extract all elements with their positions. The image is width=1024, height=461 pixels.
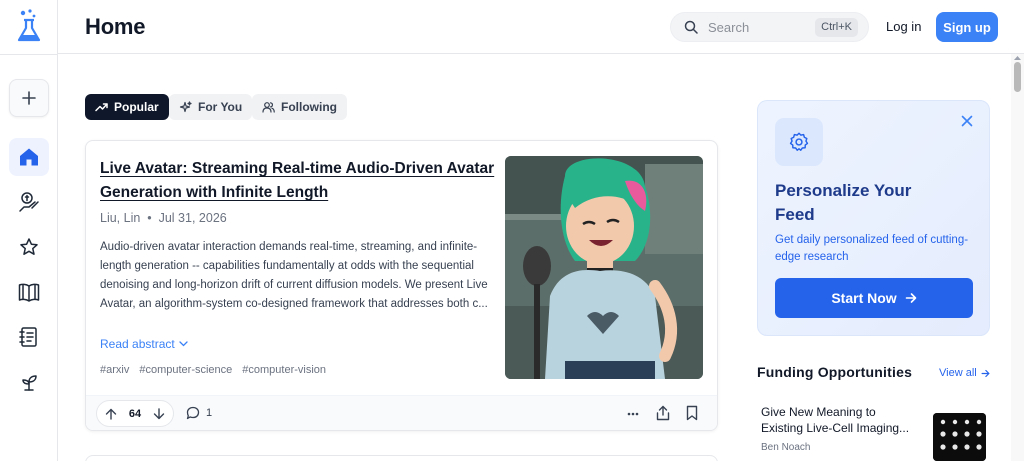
personalize-feed-card: Personalize Your Feed Get daily personal… xyxy=(757,100,990,336)
new-button[interactable] xyxy=(9,79,49,117)
star-icon xyxy=(20,238,38,255)
trending-icon xyxy=(95,103,108,112)
tab-following[interactable]: Following xyxy=(252,94,347,120)
arrow-right-icon xyxy=(905,293,916,303)
tag[interactable]: #arxiv xyxy=(100,364,129,376)
scrollbar-track[interactable] xyxy=(1011,54,1024,461)
search-box[interactable]: Ctrl+K xyxy=(670,12,869,42)
paper-thumbnail-image[interactable] xyxy=(505,156,703,379)
sidebar-item-grow[interactable] xyxy=(9,363,49,401)
paper-card: Live Avatar: Streaming Real-time Audio-D… xyxy=(85,140,718,431)
sidebar-item-notes[interactable] xyxy=(9,318,49,356)
tag[interactable]: #computer-vision xyxy=(242,364,326,376)
tag[interactable]: #computer-science xyxy=(139,364,232,376)
page-title: Home xyxy=(85,14,146,39)
tab-label: Following xyxy=(281,100,337,114)
vote-control: 64 xyxy=(96,400,174,427)
funding-item-author: Ben Noach xyxy=(761,442,811,453)
sidebar-item-home[interactable] xyxy=(9,138,49,176)
downvote-arrow-icon[interactable] xyxy=(153,407,165,420)
promo-title: Personalize Your Feed xyxy=(775,181,912,224)
upvote-arrow-icon[interactable] xyxy=(105,408,117,420)
notebook-icon xyxy=(19,327,37,347)
tab-label: Popular xyxy=(114,100,159,114)
comments-button[interactable]: 1 xyxy=(186,406,212,420)
gear-icon xyxy=(789,132,809,151)
plus-icon xyxy=(22,91,36,105)
sidebar-item-favorites[interactable] xyxy=(9,228,49,266)
hand-coin-icon xyxy=(19,192,39,212)
sprout-icon xyxy=(22,375,37,391)
users-icon xyxy=(262,102,275,113)
flask-logo-icon[interactable] xyxy=(14,8,44,44)
view-all-link[interactable]: View all xyxy=(939,367,990,379)
search-shortcut-badge: Ctrl+K xyxy=(815,18,858,37)
comment-icon xyxy=(186,406,200,420)
scroll-up-arrow-icon[interactable] xyxy=(1012,54,1023,62)
chevron-down-icon xyxy=(179,341,188,347)
tab-label: For You xyxy=(198,100,243,114)
paper-abstract: Audio-driven avatar interaction demands … xyxy=(100,241,488,310)
arrow-right-icon xyxy=(981,369,990,377)
next-paper-card xyxy=(85,455,718,461)
search-icon xyxy=(684,20,698,34)
funding-item-title[interactable]: Give New Meaning to Existing Live-Cell I… xyxy=(761,404,921,436)
sidebar xyxy=(0,0,58,461)
share-icon[interactable] xyxy=(656,405,670,421)
top-header: Home Ctrl+K Log in Sign up xyxy=(58,0,1024,54)
home-icon xyxy=(20,148,38,166)
promo-text: Get daily personalized feed of cutting-e… xyxy=(775,234,969,263)
funding-section-title: Funding Opportunities xyxy=(757,364,913,380)
read-abstract-label: Read abstract xyxy=(100,337,175,351)
signup-button[interactable]: Sign up xyxy=(936,12,998,42)
start-now-button[interactable]: Start Now xyxy=(775,278,973,318)
close-icon[interactable] xyxy=(961,115,973,127)
paper-meta: Liu, Lin • Jul 31, 2026 xyxy=(100,211,227,225)
sidebar-divider xyxy=(0,54,58,55)
book-open-icon xyxy=(18,283,40,302)
sidebar-item-library[interactable] xyxy=(9,273,49,311)
scrollbar-thumb[interactable] xyxy=(1014,62,1021,92)
meta-separator: • xyxy=(143,211,156,225)
sparkles-icon xyxy=(179,100,192,112)
paper-title-link[interactable]: Live Avatar: Streaming Real-time Audio-D… xyxy=(100,157,496,205)
tab-for-you[interactable]: For You xyxy=(169,94,253,120)
tab-popular[interactable]: Popular xyxy=(85,94,169,120)
more-options-icon[interactable] xyxy=(627,412,639,416)
sidebar-item-funding[interactable] xyxy=(9,183,49,221)
start-now-label: Start Now xyxy=(831,290,897,306)
comment-count: 1 xyxy=(206,407,213,419)
paper-author[interactable]: Liu, Lin xyxy=(100,211,140,225)
login-link[interactable]: Log in xyxy=(886,19,921,34)
tag-list: #arxiv #computer-science #computer-visio… xyxy=(100,364,326,376)
settings-icon-badge xyxy=(775,118,823,166)
vote-count: 64 xyxy=(128,407,142,420)
bookmark-icon[interactable] xyxy=(686,405,698,421)
read-abstract-link[interactable]: Read abstract xyxy=(100,337,188,351)
paper-card-footer: 64 1 xyxy=(86,395,717,430)
view-all-label: View all xyxy=(939,367,977,379)
funding-item-image[interactable] xyxy=(933,413,986,461)
paper-date: Jul 31, 2026 xyxy=(158,211,227,225)
search-input[interactable] xyxy=(708,19,808,35)
